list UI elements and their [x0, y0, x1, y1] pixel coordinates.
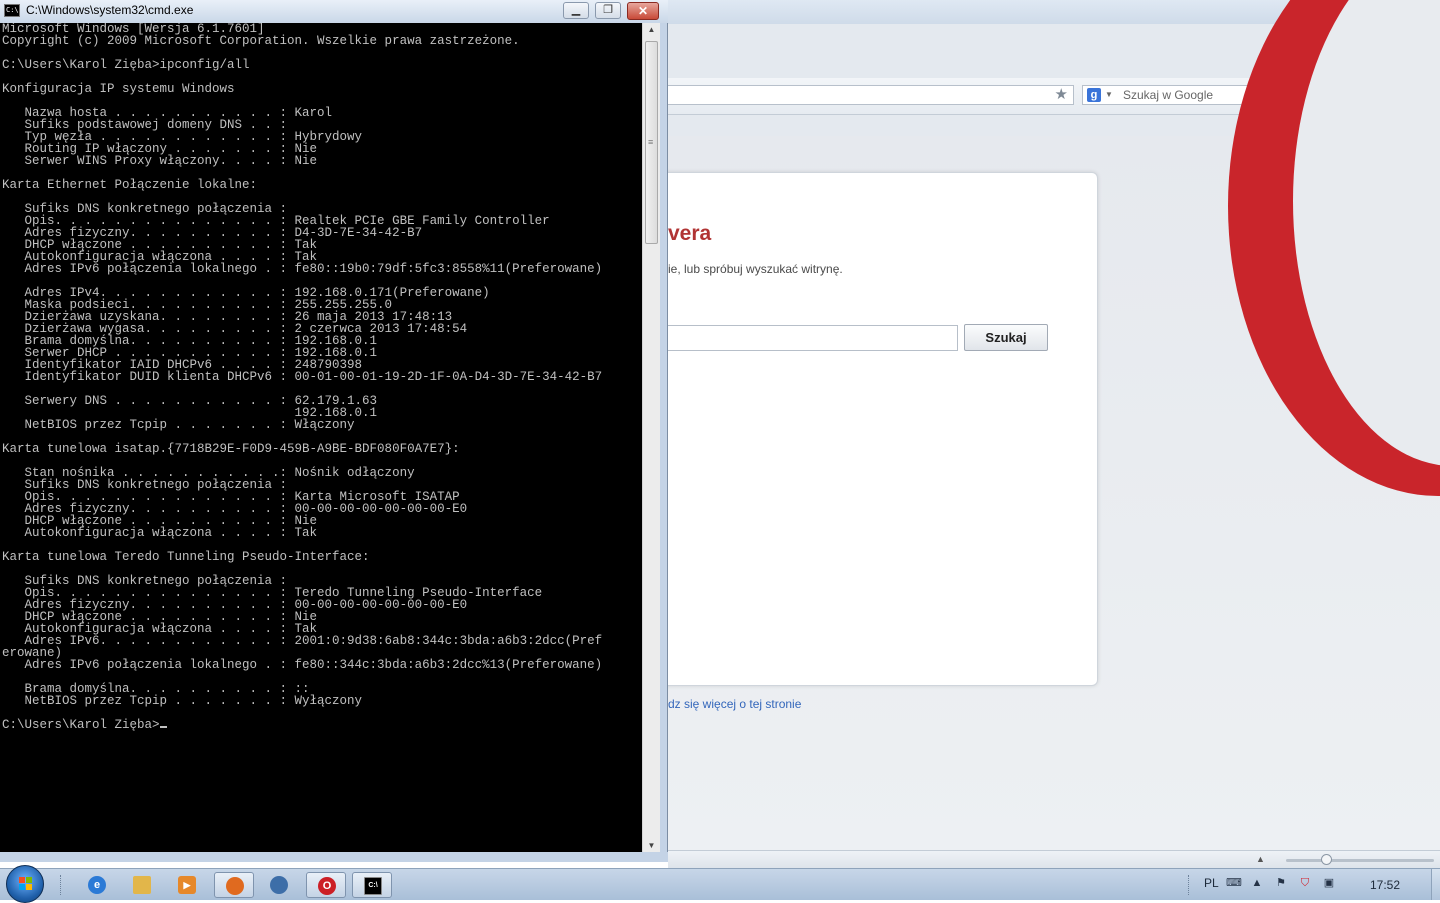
search-placeholder[interactable]: Szukaj w Google [1123, 86, 1213, 104]
search-input[interactable] [668, 325, 958, 351]
cmd-minimize-button[interactable]: ▁ [563, 2, 589, 19]
text-cursor [159, 726, 167, 728]
taskbar-grip[interactable] [60, 875, 64, 895]
folder-icon [133, 876, 151, 894]
cmd-bottom-border [0, 852, 668, 862]
triangle-up-icon[interactable]: ▲ [1256, 854, 1265, 864]
firefox-icon [226, 877, 244, 895]
cmd-icon: C:\ [364, 877, 382, 895]
taskbar-firefox[interactable] [214, 872, 254, 898]
language-indicator[interactable]: PL [1204, 876, 1219, 890]
taskbar-thunderbird[interactable] [259, 872, 299, 898]
restore-icon: ❐ [603, 4, 613, 16]
media-player-icon: ▶ [178, 876, 196, 894]
cmd-close-button[interactable]: ✕ [627, 2, 659, 20]
start-button[interactable] [6, 865, 44, 903]
error-heading: vera [668, 222, 712, 245]
cmd-titlebar: C:\ C:\Windows\system32\cmd.exe ▁ ❐ ✕ [0, 0, 668, 23]
console-text: Microsoft Windows [Wersja 6.1.7601] Copy… [2, 23, 603, 732]
bookmark-star-icon[interactable]: ★ [1055, 86, 1068, 104]
taskbar-explorer[interactable] [122, 872, 162, 898]
taskbar-ie[interactable]: e [77, 872, 117, 898]
dropdown-arrow-icon[interactable]: ▼ [1105, 88, 1113, 102]
error-card [668, 172, 1098, 686]
scroll-down-arrow-icon[interactable]: ▼ [643, 841, 660, 850]
network-icon[interactable]: ▣ [1322, 877, 1336, 890]
cmd-icon: C:\ [4, 4, 20, 17]
show-desktop-button[interactable] [1431, 869, 1440, 900]
opera-window: ▁ ❐ ✕ ⌵ ★ g ▼ Szukaj w Google ▲ [668, 0, 1440, 868]
internet-explorer-icon: e [88, 876, 106, 894]
keyboard-icon[interactable]: ⌨ [1226, 877, 1242, 890]
learn-more-link[interactable]: dz się więcej o tej stronie [668, 697, 801, 711]
console-output[interactable]: Microsoft Windows [Wersja 6.1.7601] Copy… [0, 23, 642, 852]
thunderbird-icon [270, 876, 288, 894]
antivirus-shield-icon[interactable]: ⛉ [1298, 877, 1312, 890]
zoom-slider-thumb[interactable] [1321, 854, 1332, 865]
google-icon[interactable]: g [1087, 88, 1101, 102]
error-text: ie, lub spróbuj wyszukać witrynę. [668, 262, 843, 276]
taskbar-opera[interactable]: O [306, 872, 346, 898]
window-title: C:\Windows\system32\cmd.exe [26, 3, 194, 17]
cmd-restore-button[interactable]: ❐ [595, 2, 621, 19]
grip-icon: ≡ [648, 137, 654, 147]
zoom-slider[interactable] [1286, 859, 1434, 862]
taskbar: e ▶ O C:\ PL ⌨ ▲ ⚑ ⛉ ▣ 17:52 [0, 865, 1440, 903]
page-content [668, 0, 1440, 850]
taskbar-media-player[interactable]: ▶ [167, 872, 207, 898]
cmd-window: C:\ C:\Windows\system32\cmd.exe ▁ ❐ ✕ Mi… [0, 0, 668, 862]
scroll-thumb[interactable]: ≡ [645, 41, 658, 244]
search-button[interactable]: Szukaj [964, 324, 1048, 351]
show-hidden-icons-icon[interactable]: ▲ [1250, 877, 1264, 890]
scroll-up-arrow-icon[interactable]: ▲ [643, 25, 660, 34]
action-center-flag-icon[interactable]: ⚑ [1274, 877, 1288, 890]
taskbar-cmd[interactable]: C:\ [352, 872, 392, 898]
clock[interactable]: 17:52 [1370, 878, 1400, 892]
minimize-icon: ▁ [571, 4, 581, 16]
address-bar[interactable]: ★ [668, 85, 1074, 105]
windows-logo-icon [19, 877, 33, 891]
vertical-scrollbar[interactable]: ▲ ≡ ▼ [642, 23, 660, 852]
opera-icon: O [318, 877, 336, 895]
opera-statusbar: ▲ [668, 850, 1440, 868]
tray-grip [1188, 875, 1192, 895]
